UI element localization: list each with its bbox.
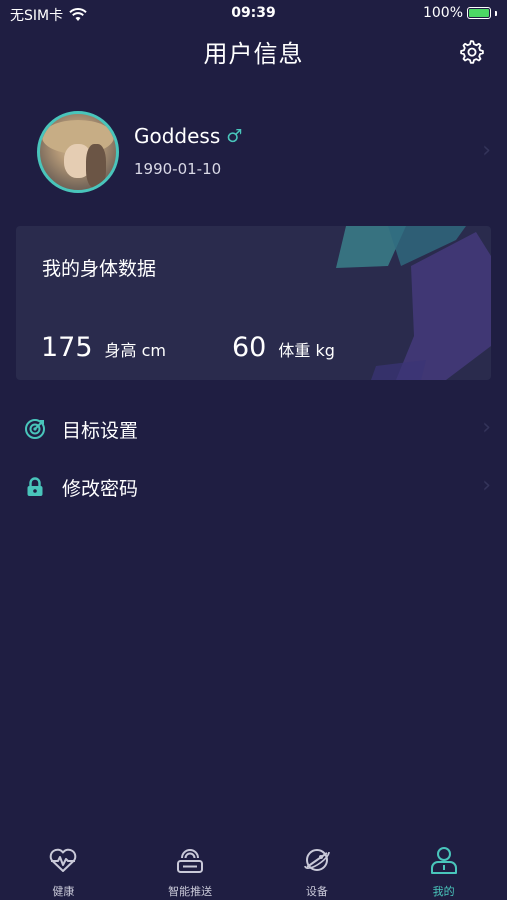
weight-value: 60 <box>232 332 267 363</box>
menu-item-change-password[interactable]: 修改密码 › <box>0 464 507 512</box>
tab-mine[interactable]: 我的 <box>380 838 507 900</box>
height-value: 175 <box>41 332 93 363</box>
header: 用户信息 <box>0 32 507 72</box>
profile-birthday: 1990-01-10 <box>134 160 222 178</box>
planet-icon <box>304 849 330 871</box>
tab-bar: 健康 智能推送 设备 我的 <box>0 838 507 900</box>
chevron-right-icon: › <box>482 415 491 440</box>
card-title: 我的身体数据 <box>42 258 157 280</box>
body-data-card[interactable]: 我的身体数据 175 身高 cm 60 体重 kg <box>16 226 491 380</box>
height-stat: 175 身高 cm <box>41 332 166 363</box>
menu-item-goal-settings[interactable]: 目标设置 › <box>0 406 507 454</box>
lock-icon <box>27 477 43 496</box>
height-label: 身高 cm <box>104 341 167 360</box>
tab-smart-push[interactable]: 智能推送 <box>127 838 254 900</box>
heart-pulse-icon <box>50 848 77 872</box>
profile-name: Goddess <box>134 124 221 148</box>
battery-icon <box>467 7 491 19</box>
battery-percent: 100% <box>422 5 463 21</box>
status-bar: 无SIM卡 09:39 100% <box>0 0 507 28</box>
profile-row[interactable]: Goddess ♂ 1990-01-10 › <box>0 110 507 196</box>
user-icon <box>430 847 457 874</box>
tab-label-devices: 设备 <box>305 885 328 898</box>
target-icon <box>25 419 45 439</box>
weight-stat: 60 体重 kg <box>232 332 335 363</box>
avatar[interactable] <box>37 111 119 193</box>
tab-label-smart-push: 智能推送 <box>168 885 213 898</box>
chevron-right-icon: › <box>482 138 491 163</box>
tab-label-mine: 我的 <box>432 885 455 898</box>
tab-devices[interactable]: 设备 <box>254 838 381 900</box>
page-title: 用户信息 <box>203 40 304 68</box>
user-info-screen: 无SIM卡 09:39 100% 用户信息 Goddess ♂ 1990-01-… <box>0 0 507 900</box>
gear-icon[interactable] <box>457 38 485 66</box>
tab-health[interactable]: 健康 <box>0 838 127 900</box>
push-device-icon <box>177 849 204 873</box>
weight-label: 体重 kg <box>278 341 335 360</box>
tab-label-health: 健康 <box>52 885 75 898</box>
male-gender-icon: ♂ <box>226 125 243 147</box>
menu-label-change-password: 修改密码 <box>62 478 139 500</box>
menu-label-goal-settings: 目标设置 <box>62 420 139 442</box>
chevron-right-icon: › <box>482 473 491 498</box>
